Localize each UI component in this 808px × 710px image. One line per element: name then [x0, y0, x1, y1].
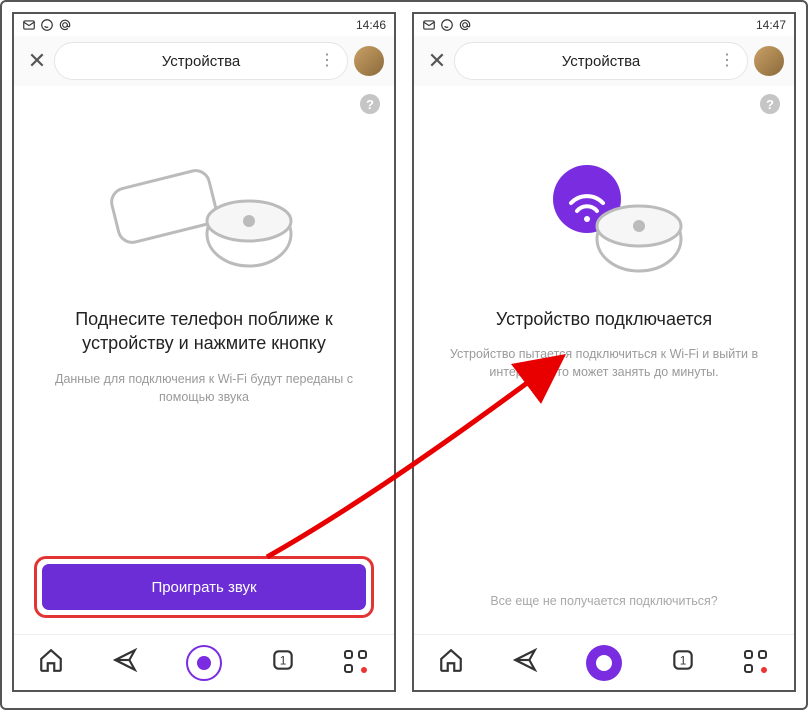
header: ✕ Устройства ⋮	[414, 36, 794, 86]
apps-icon	[344, 650, 370, 676]
status-time: 14:47	[756, 18, 786, 32]
bottom-nav: 1	[14, 634, 394, 690]
sub-text: Данные для подключения к Wi-Fi будут пер…	[28, 370, 380, 406]
help-icon[interactable]: ?	[360, 94, 380, 114]
status-bar: 14:46	[14, 14, 394, 36]
play-sound-button[interactable]: Проиграть звук	[42, 564, 366, 610]
apps-icon	[744, 650, 770, 676]
main-heading: Поднесите телефон поближе к устройству и…	[28, 307, 380, 356]
mail-icon	[422, 18, 436, 32]
bottom-nav: 1	[414, 634, 794, 690]
status-icons	[422, 18, 472, 32]
header: ✕ Устройства ⋮	[14, 36, 394, 86]
header-pill[interactable]: Устройства ⋮	[54, 42, 348, 80]
content-area: ? Поднесите телефон поближе к устройству…	[14, 86, 394, 634]
illustration-wifi-speaker	[499, 149, 709, 279]
help-icon[interactable]: ?	[760, 94, 780, 114]
whatsapp-icon	[40, 18, 54, 32]
status-time: 14:46	[356, 18, 386, 32]
header-title: Устройства	[562, 53, 640, 70]
nav-apps[interactable]	[344, 650, 370, 676]
nav-alice[interactable]	[586, 645, 622, 681]
troubleshoot-link[interactable]: Все еще не получается подключиться?	[490, 594, 717, 608]
nav-alice[interactable]	[186, 645, 222, 681]
avatar[interactable]	[354, 46, 384, 76]
status-bar: 14:47	[414, 14, 794, 36]
phone-right: 14:47 ✕ Устройства ⋮ ?	[412, 12, 796, 692]
content-area: ?	[414, 86, 794, 634]
nav-tabs[interactable]: 1	[270, 647, 296, 678]
avatar[interactable]	[754, 46, 784, 76]
svg-text:1: 1	[680, 653, 687, 667]
main-heading: Устройство подключается	[486, 307, 722, 331]
mail-icon	[22, 18, 36, 32]
close-button[interactable]: ✕	[424, 48, 450, 74]
nav-send[interactable]	[112, 647, 138, 678]
nav-home[interactable]	[38, 647, 64, 678]
at-icon	[58, 18, 72, 32]
illustration-phone-speaker	[99, 149, 309, 279]
more-icon[interactable]: ⋮	[319, 53, 335, 69]
nav-apps[interactable]	[744, 650, 770, 676]
phone-left: 14:46 ✕ Устройства ⋮ ?	[12, 12, 396, 692]
sub-text: Устройство пытается подключиться к Wi-Fi…	[428, 345, 780, 381]
close-button[interactable]: ✕	[24, 48, 50, 74]
primary-button-highlight: Проиграть звук	[28, 552, 380, 626]
nav-home[interactable]	[438, 647, 464, 678]
nav-send[interactable]	[512, 647, 538, 678]
svg-text:1: 1	[280, 653, 287, 667]
comparison-frame: 14:46 ✕ Устройства ⋮ ?	[0, 0, 808, 710]
phones-wrap: 14:46 ✕ Устройства ⋮ ?	[2, 2, 806, 694]
whatsapp-icon	[440, 18, 454, 32]
header-pill[interactable]: Устройства ⋮	[454, 42, 748, 80]
more-icon[interactable]: ⋮	[719, 53, 735, 69]
status-icons	[22, 18, 72, 32]
header-title: Устройства	[162, 53, 240, 70]
at-icon	[458, 18, 472, 32]
nav-tabs[interactable]: 1	[670, 647, 696, 678]
